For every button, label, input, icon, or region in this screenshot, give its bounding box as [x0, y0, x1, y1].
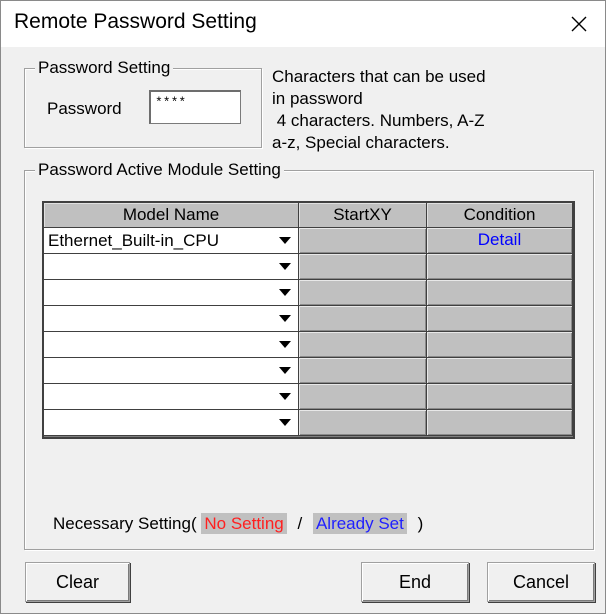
- table-row: Ethernet_Built-in_CPU Detail: [44, 228, 573, 254]
- title-bar: Remote Password Setting: [1, 1, 605, 47]
- condition-cell[interactable]: [427, 254, 573, 280]
- chevron-down-icon[interactable]: [274, 361, 296, 380]
- end-button[interactable]: End: [361, 562, 469, 602]
- column-header-condition: Condition: [427, 203, 573, 228]
- model-name-combobox[interactable]: [44, 280, 299, 306]
- password-input[interactable]: ****: [149, 90, 241, 124]
- necessary-suffix: ): [417, 514, 424, 533]
- startxy-cell[interactable]: [299, 384, 427, 410]
- table-header: Model Name StartXY Condition: [44, 203, 573, 228]
- condition-cell[interactable]: Detail: [427, 228, 573, 254]
- startxy-cell[interactable]: [299, 254, 427, 280]
- close-icon: [571, 16, 587, 32]
- table-row: [44, 254, 573, 280]
- chevron-down-icon[interactable]: [274, 309, 296, 328]
- model-name-combobox[interactable]: [44, 358, 299, 384]
- chevron-down-icon[interactable]: [274, 283, 296, 302]
- table-row: [44, 280, 573, 306]
- chevron-down-icon[interactable]: [274, 257, 296, 276]
- chevron-down-icon[interactable]: [274, 335, 296, 354]
- table-row: [44, 410, 573, 436]
- startxy-cell[interactable]: [299, 228, 427, 254]
- info-line: 4 characters. Numbers, A-Z: [272, 111, 485, 130]
- module-setting-legend: Password Active Module Setting: [35, 159, 284, 181]
- close-button[interactable]: [561, 7, 597, 41]
- chevron-down-icon[interactable]: [274, 413, 296, 432]
- model-name-combobox[interactable]: [44, 332, 299, 358]
- remote-password-dialog: Remote Password Setting Password Setting…: [0, 0, 606, 614]
- condition-cell[interactable]: [427, 280, 573, 306]
- condition-cell[interactable]: [427, 384, 573, 410]
- model-name-value: Ethernet_Built-in_CPU: [48, 231, 220, 250]
- window-title: Remote Password Setting: [14, 10, 257, 33]
- column-header-model-name: Model Name: [44, 203, 299, 228]
- startxy-cell[interactable]: [299, 280, 427, 306]
- no-setting-tag: No Setting: [201, 513, 287, 534]
- condition-cell[interactable]: [427, 410, 573, 436]
- module-table: Model Name StartXY Condition Ethernet_Bu…: [42, 201, 575, 439]
- table-row: [44, 384, 573, 410]
- password-setting-group: Password Setting Password ****: [24, 57, 262, 148]
- condition-cell[interactable]: [427, 332, 573, 358]
- model-name-combobox[interactable]: [44, 410, 299, 436]
- cancel-button[interactable]: Cancel: [487, 562, 595, 602]
- startxy-cell[interactable]: [299, 358, 427, 384]
- info-line: in password: [272, 89, 363, 108]
- detail-link[interactable]: Detail: [427, 228, 572, 252]
- info-line: Characters that can be used: [272, 67, 486, 86]
- condition-cell[interactable]: [427, 358, 573, 384]
- table-row: [44, 332, 573, 358]
- password-label: Password: [47, 99, 122, 118]
- necessary-prefix: Necessary Setting(: [53, 514, 197, 533]
- chevron-down-icon[interactable]: [274, 387, 296, 406]
- password-setting-legend: Password Setting: [35, 57, 174, 79]
- column-header-startxy: StartXY: [299, 203, 427, 228]
- condition-cell[interactable]: [427, 306, 573, 332]
- startxy-cell[interactable]: [299, 410, 427, 436]
- model-name-combobox[interactable]: [44, 384, 299, 410]
- startxy-cell[interactable]: [299, 332, 427, 358]
- password-rules-text: Characters that can be used in password …: [272, 66, 532, 154]
- necessary-setting-legend: Necessary Setting( No Setting / Already …: [53, 512, 423, 536]
- table-row: [44, 358, 573, 384]
- table-row: [44, 306, 573, 332]
- info-line: a-z, Special characters.: [272, 133, 450, 152]
- model-name-combobox[interactable]: [44, 254, 299, 280]
- model-name-combobox[interactable]: Ethernet_Built-in_CPU: [44, 228, 299, 254]
- already-set-tag: Already Set: [312, 513, 407, 534]
- model-name-combobox[interactable]: [44, 306, 299, 332]
- clear-button[interactable]: Clear: [25, 562, 130, 602]
- startxy-cell[interactable]: [299, 306, 427, 332]
- legend-separator: /: [297, 514, 303, 533]
- chevron-down-icon[interactable]: [274, 231, 296, 250]
